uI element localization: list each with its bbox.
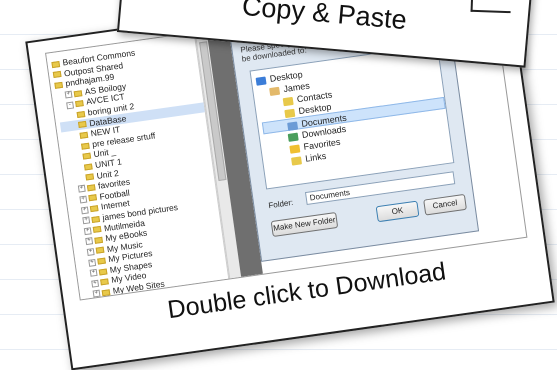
folder-icon (73, 89, 83, 97)
folder-icon (54, 81, 64, 89)
folder-list-item-label: Links (304, 150, 327, 164)
folder-icon (290, 155, 302, 166)
folder-icon (89, 205, 99, 213)
expand-icon[interactable]: + (83, 227, 92, 235)
folder-icon (98, 268, 108, 276)
folder-icon (82, 152, 92, 160)
expand-icon[interactable]: + (79, 195, 88, 204)
folder-icon (88, 194, 98, 202)
folder-icon (282, 96, 294, 106)
folder-icon (79, 131, 89, 139)
folder-icon (92, 226, 102, 234)
collapse-icon[interactable]: - (66, 101, 74, 110)
folder-icon (97, 257, 106, 265)
expand-icon[interactable]: + (80, 206, 89, 214)
folder-icon (94, 236, 103, 244)
folder-icon (95, 247, 105, 255)
folder-icon (78, 121, 87, 129)
expand-icon[interactable]: + (85, 237, 94, 246)
folder-icon (86, 184, 96, 192)
folder-icon (101, 289, 111, 297)
downloads-icon (287, 132, 299, 142)
expand-icon[interactable]: + (91, 279, 100, 288)
folder-icon (100, 278, 109, 286)
folder-list: Desktop James Contacts Desktop Documents Down… (249, 44, 455, 190)
expand-icon[interactable]: + (82, 216, 91, 225)
expand-icon[interactable]: + (92, 289, 101, 298)
folder-icon (75, 100, 84, 108)
expand-icon[interactable]: + (64, 90, 73, 99)
user-folder-icon (269, 86, 281, 96)
expand-icon[interactable]: + (77, 185, 86, 193)
expand-icon[interactable]: + (86, 248, 95, 256)
folder-icon (284, 108, 296, 118)
folder-icon (91, 215, 101, 223)
folder-icon (76, 110, 86, 118)
note-corner-mark (470, 0, 512, 14)
folder-icon (85, 173, 95, 181)
folder-label: Folder: (267, 197, 294, 211)
favorites-icon (289, 144, 301, 154)
expand-icon[interactable]: + (88, 258, 97, 267)
folder-icon (80, 142, 90, 150)
make-new-folder-button[interactable]: Make New Folder (270, 211, 339, 238)
cancel-button[interactable]: Cancel (423, 193, 467, 216)
expand-icon[interactable]: + (89, 268, 98, 277)
folder-icon (83, 163, 93, 171)
folder-icon (52, 71, 62, 79)
desktop-icon (255, 76, 267, 86)
folder-icon (51, 60, 61, 68)
ok-button[interactable]: OK (375, 200, 420, 223)
